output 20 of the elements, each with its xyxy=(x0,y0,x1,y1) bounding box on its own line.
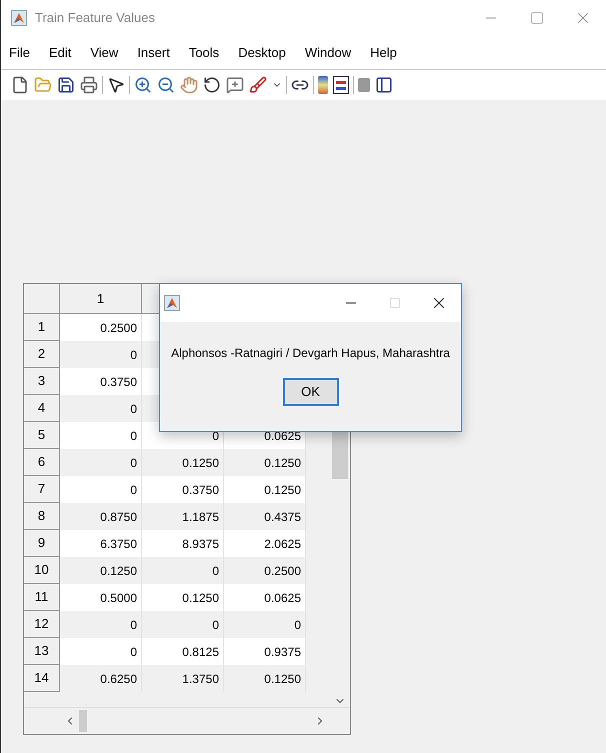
row-header: 11 xyxy=(24,584,60,611)
row-header: 2 xyxy=(24,341,60,368)
row-header: 10 xyxy=(24,557,60,584)
row-header: 12 xyxy=(24,611,60,638)
table-cell: 0.6250 xyxy=(60,665,142,692)
row-header: 14 xyxy=(24,665,60,692)
row-header: 3 xyxy=(24,368,60,395)
row-header: 7 xyxy=(24,476,60,503)
row-header: 6 xyxy=(24,449,60,476)
row-header: 5 xyxy=(24,422,60,449)
row-header: 13 xyxy=(24,638,60,665)
column-header: 1 xyxy=(60,284,142,314)
row-header: 1 xyxy=(24,314,60,341)
row-header: 8 xyxy=(24,503,60,530)
row-header: 4 xyxy=(24,395,60,422)
table-cell: 0.1250 xyxy=(224,665,306,692)
row-header: 9 xyxy=(24,530,60,557)
window-title: Train Feature Values xyxy=(35,9,155,28)
table-cell: 1.3750 xyxy=(142,665,224,692)
dialog-message: Alphonsos -Ratnagiri / Devgarh Hapus, Maharashtra xyxy=(170,345,451,362)
